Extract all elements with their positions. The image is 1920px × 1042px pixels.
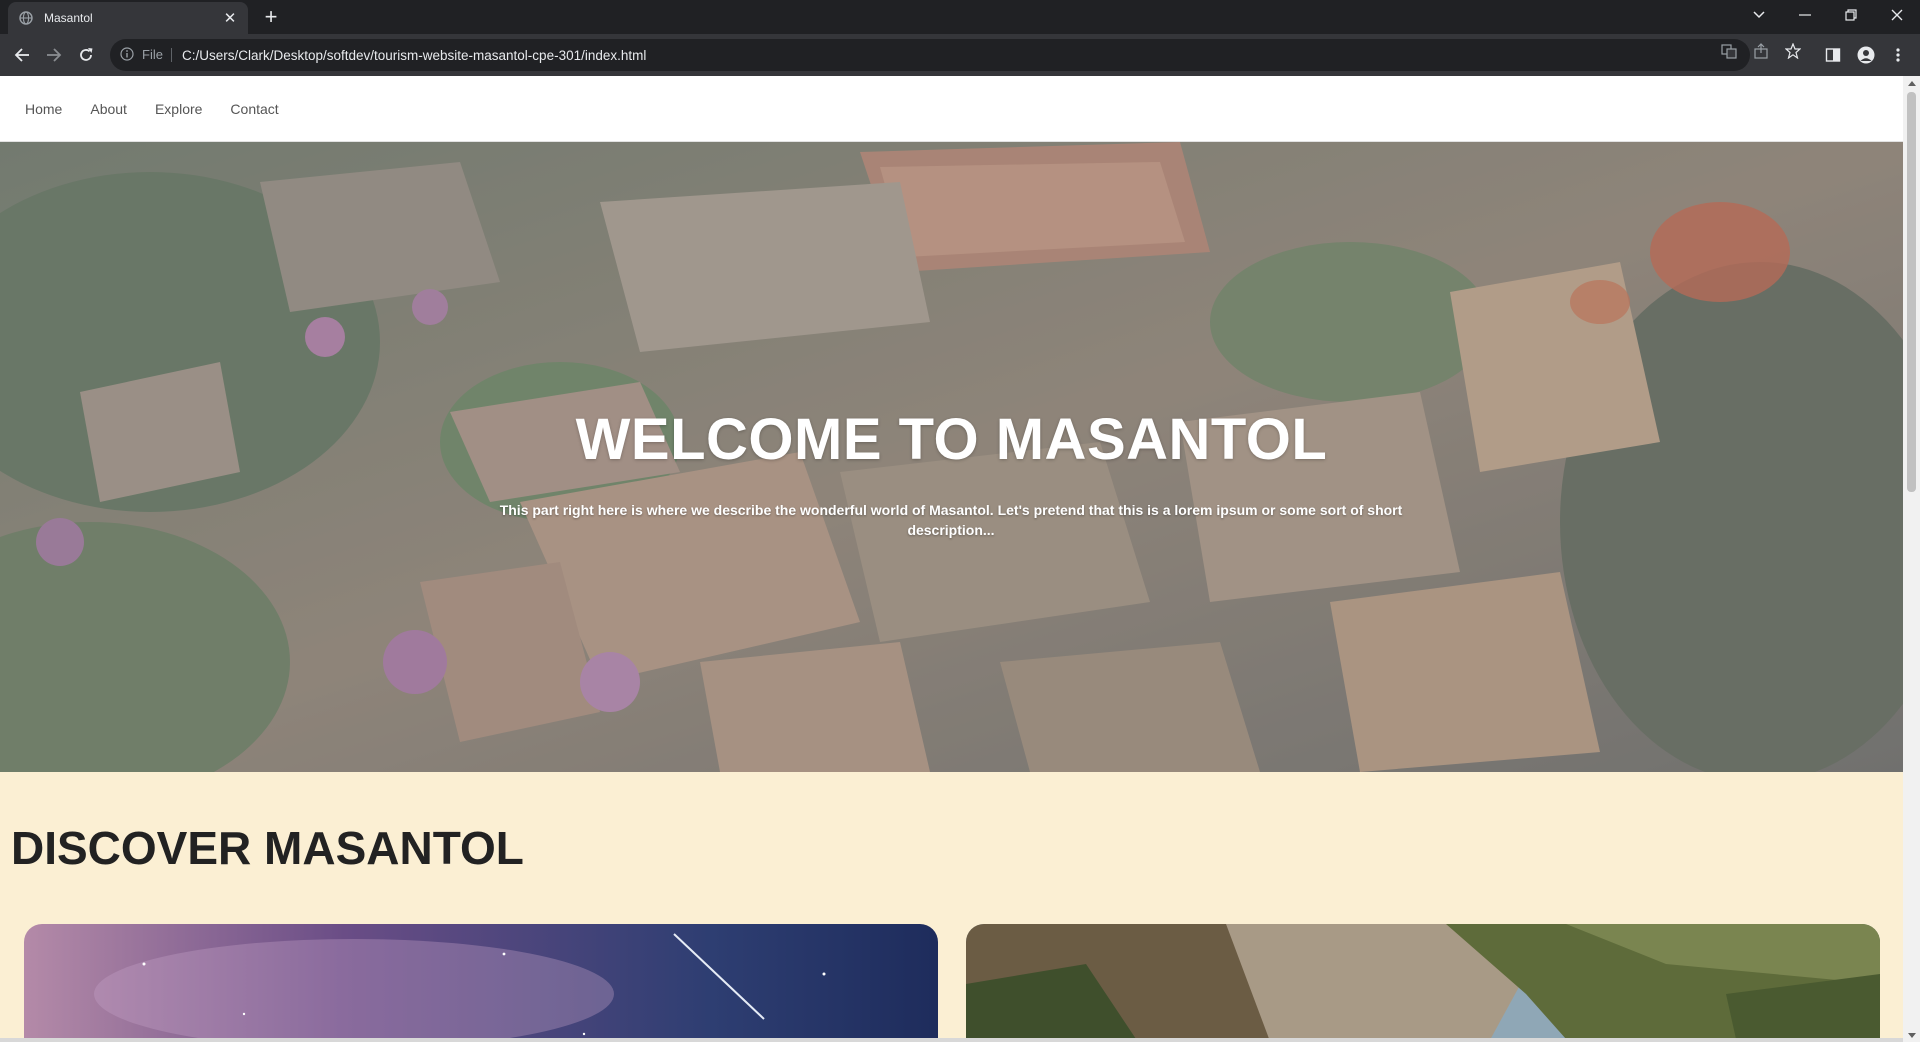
mountain-lake-image xyxy=(966,924,1880,1042)
hero-section: WELCOME TO MASANTOL This part right here… xyxy=(0,142,1903,772)
forward-arrow-icon[interactable] xyxy=(42,43,66,67)
globe-icon xyxy=(18,10,34,26)
scroll-up-arrow-icon[interactable] xyxy=(1903,76,1920,90)
address-bar[interactable]: File C:/Users/Clark/Desktop/softdev/tour… xyxy=(110,39,1750,71)
restore-icon[interactable] xyxy=(1828,0,1874,30)
scrollbar-thumb[interactable] xyxy=(1907,92,1916,492)
site-navbar: Home About Explore Contact xyxy=(0,76,1903,142)
hero-subtitle: This part right here is where we describ… xyxy=(499,502,1403,538)
night-sky-image xyxy=(24,924,938,1042)
share-icon[interactable] xyxy=(1752,42,1770,60)
browser-toolbar: File C:/Users/Clark/Desktop/softdev/tour… xyxy=(0,34,1920,76)
url-text[interactable]: C:/Users/Clark/Desktop/softdev/tourism-w… xyxy=(182,48,646,63)
reload-icon[interactable] xyxy=(74,43,98,67)
translate-icon[interactable] xyxy=(1720,42,1738,60)
star-icon[interactable] xyxy=(1784,42,1802,60)
nav-link-about[interactable]: About xyxy=(90,101,127,117)
plus-icon[interactable]: + xyxy=(258,5,284,31)
back-arrow-icon[interactable] xyxy=(10,43,34,67)
nav-link-explore[interactable]: Explore xyxy=(155,101,202,117)
browser-tab-strip: Masantol ✕ + xyxy=(0,0,1920,34)
minimize-icon[interactable] xyxy=(1782,0,1828,30)
discover-card-mountain-lake[interactable] xyxy=(966,924,1880,1042)
nav-link-contact[interactable]: Contact xyxy=(230,101,278,117)
browser-tab[interactable]: Masantol ✕ xyxy=(8,2,248,34)
horizontal-scrollbar[interactable] xyxy=(0,1038,1903,1042)
close-icon[interactable]: ✕ xyxy=(222,9,238,27)
scroll-down-arrow-icon[interactable] xyxy=(1903,1028,1920,1042)
close-window-icon[interactable] xyxy=(1874,0,1920,30)
url-scheme-label: File xyxy=(142,48,172,62)
vertical-scrollbar[interactable] xyxy=(1903,76,1920,1042)
discover-card-night-sky[interactable] xyxy=(24,924,938,1042)
hero-title: WELCOME TO MASANTOL xyxy=(575,407,1328,472)
nav-link-home[interactable]: Home xyxy=(25,101,62,117)
page-viewport: Home About Explore Contact WELCOME TO MA… xyxy=(0,76,1920,1042)
kebab-menu-icon[interactable] xyxy=(1887,44,1909,66)
discover-heading: DISCOVER MASANTOL xyxy=(11,822,524,874)
side-panel-icon[interactable] xyxy=(1822,44,1844,66)
info-icon[interactable] xyxy=(120,47,136,63)
profile-icon[interactable] xyxy=(1855,44,1877,66)
chevron-down-icon[interactable] xyxy=(1736,0,1782,30)
tab-title: Masantol xyxy=(44,11,93,25)
